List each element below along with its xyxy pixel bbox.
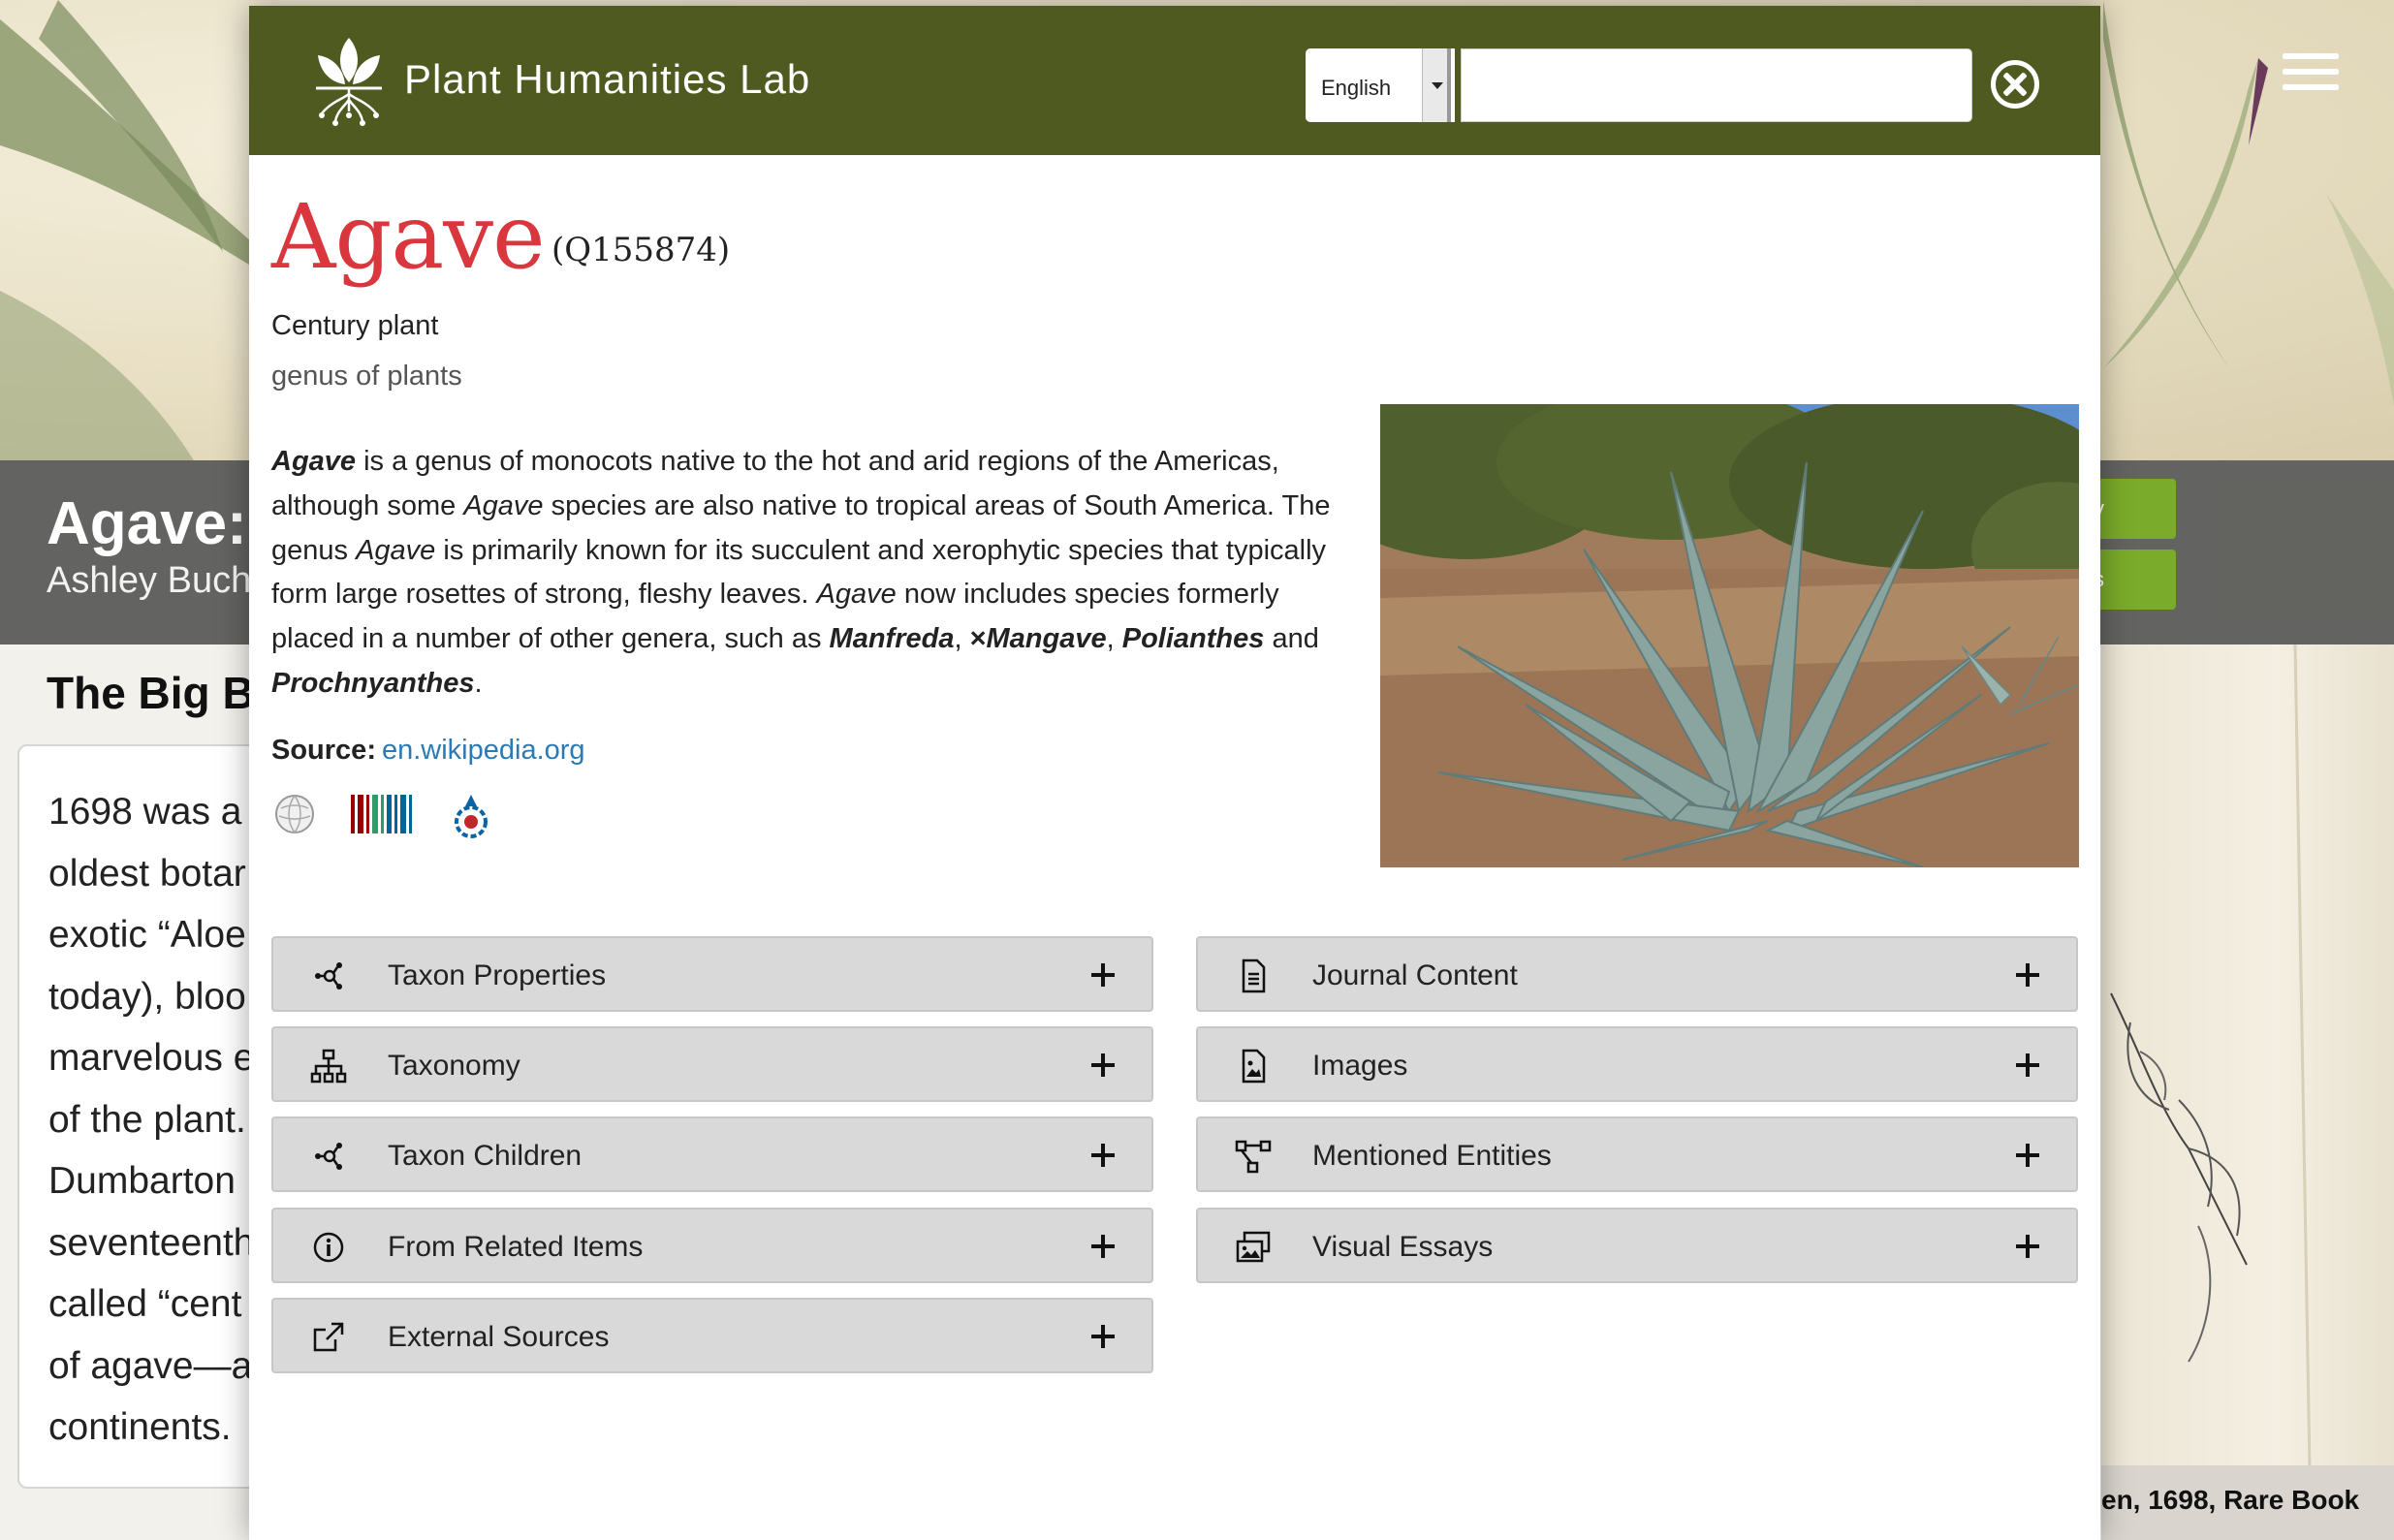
section-heading: The Big Bl xyxy=(47,668,268,718)
accordion-taxon-children[interactable]: Taxon Children xyxy=(271,1116,1153,1192)
wikipedia-icon[interactable] xyxy=(273,793,316,835)
accordion-images[interactable]: Images xyxy=(1196,1026,2078,1102)
document-icon xyxy=(1242,959,1266,993)
diagram-icon xyxy=(1235,1140,1272,1174)
entity-qid: (Q155874) xyxy=(551,231,731,269)
external-link-icon xyxy=(313,1322,344,1352)
accordion-taxonomy[interactable]: Taxonomy xyxy=(271,1026,1153,1102)
accordion-label: Mentioned Entities xyxy=(1312,1140,1552,1172)
accordion-visual-essays[interactable]: Visual Essays xyxy=(1196,1208,2078,1283)
entity-title: Agave xyxy=(271,185,546,289)
accordion-label: Taxonomy xyxy=(388,1050,520,1082)
wikidata-icon[interactable] xyxy=(349,793,417,835)
site-name[interactable]: Plant Humanities Lab xyxy=(404,56,810,103)
botanical-plate-image xyxy=(2101,644,2394,1468)
plus-icon[interactable] xyxy=(2016,1053,2039,1077)
plus-icon[interactable] xyxy=(1091,1144,1115,1167)
hamburger-menu-icon[interactable] xyxy=(2283,53,2339,100)
network-icon xyxy=(315,962,342,990)
plant-logo-icon xyxy=(316,38,382,126)
accordion-journal-content[interactable]: Journal Content xyxy=(1196,936,2078,1012)
accordion-label: Taxon Properties xyxy=(388,959,607,991)
article-author: Ashley Buch xyxy=(47,560,252,601)
accordion-label: Taxon Children xyxy=(388,1140,583,1172)
accordion-from-related-items[interactable]: From Related Items xyxy=(271,1208,1153,1283)
wikimedia-commons-icon[interactable] xyxy=(450,793,492,841)
photo-stack-icon xyxy=(1236,1231,1271,1263)
source-link[interactable]: en.wikipedia.org xyxy=(382,735,585,766)
accordion-label: Journal Content xyxy=(1312,959,1518,991)
accordion-taxon-properties[interactable]: Taxon Properties xyxy=(271,936,1153,1012)
plus-icon[interactable] xyxy=(1091,1325,1115,1348)
plus-icon[interactable] xyxy=(2016,1144,2039,1167)
accordion-label: External Sources xyxy=(388,1321,610,1353)
plus-icon[interactable] xyxy=(1091,963,1115,987)
image-file-icon xyxy=(1242,1049,1266,1084)
accordion-mentioned-entities[interactable]: Mentioned Entities xyxy=(1196,1116,2078,1192)
source-line: Source: en.wikipedia.org xyxy=(271,735,585,767)
plus-icon[interactable] xyxy=(1091,1235,1115,1258)
hierarchy-icon xyxy=(310,1049,347,1084)
accordion-label: Visual Essays xyxy=(1312,1231,1494,1263)
entity-info-modal: Plant Humanities Lab English Agave (Q155… xyxy=(249,6,2100,1540)
modal-header: Plant Humanities Lab English xyxy=(249,6,2100,155)
network-icon xyxy=(315,1143,342,1170)
info-icon xyxy=(313,1232,344,1263)
plus-icon[interactable] xyxy=(2016,1235,2039,1258)
entity-label: Century plant xyxy=(271,310,439,341)
plus-icon[interactable] xyxy=(1091,1053,1115,1077)
entity-summary: Agave is a genus of monocots native to t… xyxy=(271,446,1331,699)
plus-icon[interactable] xyxy=(2016,963,2039,987)
entity-photo xyxy=(1380,404,2079,867)
search-input[interactable] xyxy=(1461,48,1972,122)
close-icon[interactable] xyxy=(1991,60,2039,109)
image-caption: en, 1698, Rare Book xyxy=(2101,1465,2394,1540)
chevron-down-icon[interactable] xyxy=(1422,48,1451,122)
source-label: Source: xyxy=(271,735,376,766)
accordion-label: From Related Items xyxy=(388,1231,644,1263)
accordion-external-sources[interactable]: External Sources xyxy=(271,1298,1153,1373)
entity-description: genus of plants xyxy=(271,361,462,392)
accordion-label: Images xyxy=(1312,1050,1408,1082)
